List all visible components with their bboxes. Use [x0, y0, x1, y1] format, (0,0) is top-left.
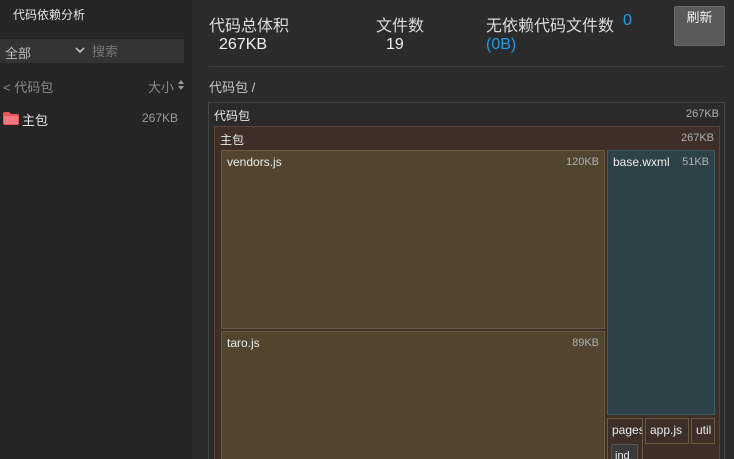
sidebar: 代码依赖分析 全部 < 代码包 大小 主包 267KB: [0, 0, 192, 459]
treemap-folder-util[interactable]: util: [691, 418, 715, 444]
treemap-root-header[interactable]: 代码包 267KB: [209, 103, 724, 125]
treemap-main-package[interactable]: 主包 267KB vendors.js 120KB taro.js 89KB b…: [214, 126, 720, 459]
file-size: 51KB: [682, 156, 709, 168]
no-dep-files-size[interactable]: (0B): [486, 36, 516, 54]
no-dep-files-count[interactable]: 0: [623, 12, 632, 30]
back-button[interactable]: < 代码包: [3, 77, 53, 96]
file-label: base.wxml: [613, 155, 670, 169]
treemap: 代码包 267KB 主包 267KB vendors.js 120KB taro…: [208, 102, 725, 459]
treemap-root-label: 代码包: [214, 109, 251, 123]
no-dep-files-label: 无依赖代码文件数: [486, 18, 615, 35]
package-name: 主包: [22, 113, 49, 128]
chevron-down-icon[interactable]: [74, 44, 86, 56]
folder-icon: [3, 112, 19, 125]
file-label: ind: [615, 450, 630, 459]
type-filter-select[interactable]: 全部: [5, 43, 31, 62]
file-size: 89KB: [572, 337, 599, 349]
treemap-file-vendors[interactable]: vendors.js 120KB: [221, 150, 605, 329]
breadcrumb: 代码包 /: [209, 80, 256, 95]
file-label: app.js: [650, 423, 683, 437]
search-input[interactable]: [92, 42, 180, 60]
file-count-value: 19: [386, 36, 404, 53]
file-label: pages: [612, 423, 643, 437]
file-label: ..: [661, 452, 668, 459]
treemap-root-size: 267KB: [685, 108, 719, 120]
treemap-file-base-wxml[interactable]: base.wxml 51KB: [607, 150, 715, 415]
package-item-main[interactable]: 主包 267KB: [0, 108, 192, 128]
refresh-button[interactable]: 刷新: [674, 6, 725, 46]
sort-by-size-button[interactable]: 大小: [148, 77, 174, 96]
file-label: vendors.js: [227, 155, 282, 169]
main-package-header: 主包 267KB: [215, 127, 719, 149]
package-header: < 代码包 大小: [0, 77, 192, 96]
main-package-size: 267KB: [680, 132, 714, 144]
package-size: 267KB: [142, 111, 179, 125]
total-size-value: 267KB: [219, 36, 268, 53]
total-size-label: 代码总体积: [209, 18, 290, 35]
treemap-file-taro[interactable]: taro.js 89KB: [221, 331, 605, 459]
app-title: 代码依赖分析: [13, 8, 86, 22]
main-package-label: 主包: [220, 133, 245, 147]
file-count-label: 文件数: [376, 18, 425, 35]
file-label: util: [696, 423, 712, 437]
filter-bar: 全部: [0, 39, 184, 63]
divider: [209, 66, 725, 67]
treemap-file-app-js[interactable]: app.js: [645, 418, 689, 444]
sort-icon[interactable]: [177, 79, 185, 91]
treemap-file-more[interactable]: ..: [647, 446, 687, 459]
file-size: 120KB: [565, 156, 599, 168]
treemap-folder-index[interactable]: ind: [611, 444, 638, 459]
file-label: taro.js: [227, 336, 260, 350]
